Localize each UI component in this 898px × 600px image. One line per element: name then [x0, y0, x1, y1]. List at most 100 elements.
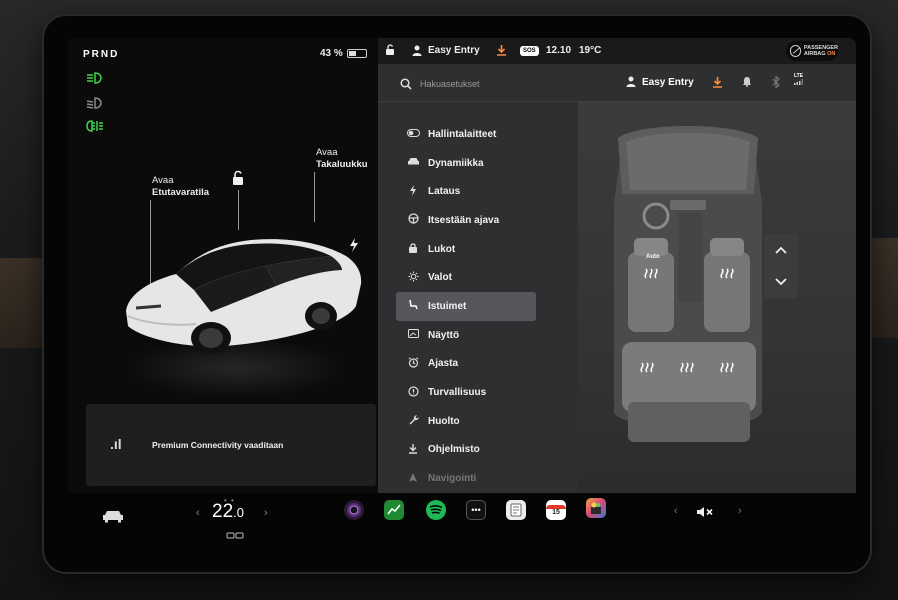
menu-item-label: Valot	[428, 272, 452, 284]
seat-visualization: Auto	[578, 102, 856, 493]
settings-pane: Easy Entry SOS 12.10 19°C PASSENGER AIRBA…	[378, 38, 856, 493]
lte-signal-icon: LTE	[794, 73, 804, 87]
bluetooth-icon[interactable]	[772, 75, 780, 91]
no-signal-icon: .ıl	[110, 436, 122, 452]
menu-item-lukot[interactable]: Lukot	[396, 235, 536, 264]
chevron-down-icon	[775, 278, 787, 286]
camera-app-icon[interactable]	[344, 500, 364, 520]
scroll-down-button[interactable]	[764, 266, 798, 298]
settings-header: Easy Entry LTE	[378, 64, 856, 102]
temp-up-chevron-icon[interactable]: ›	[264, 507, 268, 519]
header-profile-name[interactable]: Easy Entry	[642, 77, 694, 88]
open-trunk-button[interactable]: Avaa Takaluukku	[316, 147, 368, 171]
settings-search-input[interactable]	[420, 76, 570, 92]
menu-item-lataus[interactable]: Lataus	[396, 177, 536, 206]
bottom-dock: ‹ • • 22.0 › ••• 15 ‹ ›	[68, 493, 856, 548]
menu-item-dynamiikka[interactable]: Dynamiikka	[396, 149, 536, 178]
wrench-icon	[406, 414, 420, 428]
calendar-app-icon[interactable]: 15	[546, 500, 566, 520]
photo-background: PRND 43 % Avaa Etutavaratila Avaa Takalu…	[0, 0, 898, 600]
headlight-low-icon	[84, 96, 104, 110]
menu-item-label: Dynamiikka	[428, 157, 484, 169]
more-apps-icon[interactable]: •••	[466, 500, 486, 520]
volume-muted-icon[interactable]	[696, 505, 714, 523]
touchscreen: PRND 43 % Avaa Etutavaratila Avaa Takalu…	[68, 38, 856, 548]
spotify-app-icon[interactable]	[426, 500, 446, 520]
car-model-3-image	[126, 239, 362, 354]
lock-icon	[406, 242, 420, 256]
passenger-airbag-status: PASSENGER AIRBAG ON	[786, 41, 838, 61]
menu-item-itsestään-ajava[interactable]: Itsestään ajava	[396, 206, 536, 235]
notes-app-icon[interactable]	[506, 500, 526, 520]
toybox-app-icon[interactable]	[586, 498, 606, 518]
cabin-temperature[interactable]: 22.0	[212, 501, 244, 523]
menu-item-ajasta[interactable]: Ajasta	[396, 350, 536, 379]
scroll-up-button[interactable]	[764, 234, 798, 266]
trunk-callout-line	[314, 172, 315, 222]
seat-heater-driver-button[interactable]	[628, 252, 674, 332]
toggle-icon	[406, 128, 420, 140]
search-icon	[400, 78, 412, 90]
menu-item-label: Lukot	[428, 243, 456, 255]
menu-item-hallintalaitteet[interactable]: Hallintalaitteet	[396, 120, 536, 149]
energy-app-icon[interactable]	[384, 500, 404, 520]
seat-scroll-controls	[764, 234, 798, 298]
info-icon	[406, 385, 420, 400]
gear-selector: PRND	[83, 49, 120, 60]
header-download-icon[interactable]	[712, 76, 723, 91]
battery-percent: 43 %	[320, 48, 343, 59]
seat-icon	[406, 299, 420, 313]
download-update-icon[interactable]	[496, 44, 507, 59]
menu-item-label: Ohjelmisto	[428, 444, 480, 456]
lock-status-icon[interactable]	[384, 44, 396, 59]
seat-heat-indicator-icon[interactable]	[226, 527, 244, 545]
airbag-off-icon	[790, 45, 801, 57]
unlock-icon[interactable]	[230, 170, 246, 186]
volume-down-chevron-icon[interactable]: ‹	[674, 505, 678, 517]
settings-menu: Hallintalaitteet Dynamiikka Lataus Itsestää…	[396, 120, 536, 493]
menu-item-huolto[interactable]: Huolto	[396, 407, 536, 436]
volume-up-chevron-icon[interactable]: ›	[738, 505, 742, 517]
car-icon-button[interactable]	[102, 509, 124, 528]
menu-item-label: Lataus	[428, 186, 461, 198]
profile-icon[interactable]	[412, 45, 422, 59]
sun-icon	[406, 271, 420, 285]
menu-item-istuimet[interactable]: Istuimet	[396, 292, 536, 321]
menu-item-label: Navigointi	[428, 473, 477, 485]
car-icon	[406, 157, 420, 169]
battery-indicator: 43 %	[320, 48, 367, 59]
display-icon	[406, 329, 420, 341]
connectivity-card[interactable]: .ıl Premium Connectivity vaaditaan	[86, 404, 376, 486]
clock: 12.10	[546, 45, 572, 56]
battery-icon	[346, 49, 367, 58]
menu-item-turvallisuus[interactable]: Turvallisuus	[396, 378, 536, 407]
menu-item-näyttö[interactable]: Näyttö	[396, 321, 536, 350]
sos-badge[interactable]: SOS	[520, 46, 539, 56]
menu-item-ohjelmisto[interactable]: Ohjelmisto	[396, 436, 536, 465]
bolt-icon	[406, 184, 420, 199]
seat-heater-passenger-button[interactable]	[704, 252, 750, 332]
menu-item-label: Itsestään ajava	[428, 214, 500, 226]
car-status-pane: PRND 43 % Avaa Etutavaratila Avaa Takalu…	[68, 38, 378, 493]
seat-heater-rear-center-button[interactable]	[670, 347, 710, 392]
outside-temperature: 19°C	[579, 45, 602, 56]
menu-item-navigointi[interactable]: Navigointi	[396, 464, 536, 493]
headlight-green-icon	[84, 71, 104, 85]
status-profile-name[interactable]: Easy Entry	[428, 45, 480, 56]
fog-light-icon	[84, 119, 104, 133]
temp-down-chevron-icon[interactable]: ‹	[196, 507, 200, 519]
menu-item-label: Ajasta	[428, 358, 459, 370]
alarm-icon	[406, 357, 420, 371]
bell-icon[interactable]	[742, 76, 752, 90]
open-frunk-button[interactable]: Avaa Etutavaratila	[152, 175, 209, 199]
menu-item-label: Huolto	[428, 415, 460, 427]
download-icon	[406, 443, 420, 457]
menu-item-valot[interactable]: Valot	[396, 263, 536, 292]
menu-item-label: Turvallisuus	[428, 387, 487, 399]
menu-item-label: Hallintalaitteet	[428, 128, 497, 140]
menu-item-label: Istuimet	[428, 300, 467, 312]
header-profile-icon[interactable]	[626, 76, 636, 90]
seat-heater-rear-right-button[interactable]	[712, 347, 752, 392]
menu-item-label: Näyttö	[428, 329, 460, 341]
seat-heater-rear-left-button[interactable]	[628, 347, 668, 392]
